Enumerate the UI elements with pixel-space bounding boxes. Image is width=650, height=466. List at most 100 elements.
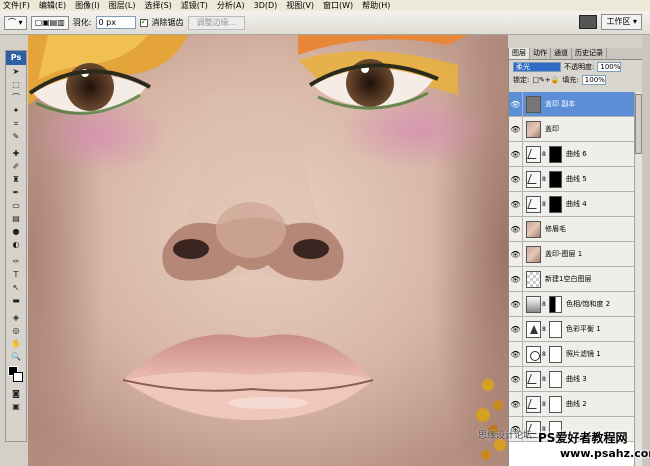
layer-name: 曲线 2 <box>566 400 587 408</box>
3d-tool-icon[interactable]: ◈ <box>6 311 26 324</box>
layer-mask-thumbnail[interactable] <box>549 395 562 413</box>
layer-mask-thumbnail[interactable] <box>549 170 562 188</box>
path-selection-tool-icon[interactable]: ↖ <box>6 281 26 294</box>
link-chain-icon[interactable]: 8 <box>542 376 547 383</box>
marquee-tool-icon[interactable]: ⬚ <box>6 78 26 91</box>
visibility-eye-icon[interactable]: 👁 <box>509 92 523 117</box>
layer-mask-thumbnail[interactable] <box>549 295 562 313</box>
blend-mode-select[interactable]: 柔光 <box>513 61 561 72</box>
panel-tab[interactable]: 图层 <box>509 48 530 59</box>
fill-input[interactable]: 100% <box>581 74 606 85</box>
eyedropper-tool-icon[interactable]: ✎ <box>6 130 26 143</box>
link-chain-icon[interactable]: 8 <box>542 326 547 333</box>
brush-tool-icon[interactable]: ✐ <box>6 160 26 173</box>
layer-row[interactable]: 👁 8 色彩平衡 1 <box>509 316 635 342</box>
layer-row[interactable]: 👁 8 照片滤镜 1 <box>509 341 635 367</box>
antialias-label: 消除锯齿 <box>151 18 184 27</box>
pen-tool-icon[interactable]: ✑ <box>6 255 26 268</box>
magic-wand-tool-icon[interactable]: ✦ <box>6 104 26 117</box>
lasso-tool-preset-icon[interactable]: ⌒ ▾ <box>4 15 27 30</box>
blur-tool-icon[interactable]: ● <box>6 225 26 238</box>
visibility-eye-icon[interactable]: 👁 <box>509 191 523 217</box>
link-chain-icon[interactable]: 8 <box>542 351 547 358</box>
menu-item[interactable]: 选择(S) <box>144 0 171 11</box>
layer-thumbnail <box>526 145 541 163</box>
menu-item[interactable]: 文件(F) <box>3 0 30 11</box>
link-chain-icon[interactable]: 8 <box>542 151 547 158</box>
menu-item[interactable]: 帮助(H) <box>362 0 390 11</box>
opacity-input[interactable]: 100% <box>597 61 622 72</box>
layer-row[interactable]: 👁 8 曲线 6 <box>509 141 635 167</box>
visibility-eye-icon[interactable]: 👁 <box>509 291 523 317</box>
visibility-eye-icon[interactable]: 👁 <box>509 141 523 167</box>
document-canvas[interactable] <box>28 35 508 466</box>
menu-item[interactable]: 视图(V) <box>286 0 314 11</box>
quick-mask-icon[interactable]: ◙ <box>6 387 26 400</box>
background-color-swatch[interactable] <box>13 372 23 382</box>
eraser-tool-icon[interactable]: ▭ <box>6 199 26 212</box>
menu-item[interactable]: 3D(D) <box>254 0 278 11</box>
menu-item[interactable]: 滤镜(T) <box>181 0 208 11</box>
layer-row[interactable]: 👁 新建1空白图层 <box>509 266 635 292</box>
layer-list-scrollbar[interactable] <box>634 92 642 466</box>
bridge-icon[interactable] <box>579 15 598 29</box>
layer-mask-thumbnail[interactable] <box>549 195 562 213</box>
layer-row[interactable]: 👁 8 曲线 5 <box>509 166 635 192</box>
visibility-eye-icon[interactable]: 👁 <box>509 216 523 242</box>
panel-tab[interactable]: 历史记录 <box>572 48 607 59</box>
link-chain-icon[interactable]: 8 <box>542 401 547 408</box>
layer-mask-thumbnail[interactable] <box>549 370 562 388</box>
selection-mode-buttons[interactable]: ▢▣▤▥ <box>30 15 69 30</box>
move-tool-icon[interactable]: ➤ <box>6 65 26 78</box>
layer-row[interactable]: 👁 盖印 <box>509 116 635 142</box>
panel-tab[interactable]: 动作 <box>530 48 551 59</box>
layer-row[interactable]: 👁 修眉毛 <box>509 216 635 242</box>
visibility-eye-icon[interactable]: 👁 <box>509 166 523 192</box>
visibility-eye-icon[interactable]: 👁 <box>509 366 523 392</box>
layer-mask-thumbnail[interactable] <box>549 320 562 338</box>
visibility-eye-icon[interactable]: 👁 <box>509 241 523 267</box>
layer-row[interactable]: 👁 8 曲线 4 <box>509 191 635 217</box>
feather-input[interactable]: 0 px <box>95 16 136 29</box>
workspace-button[interactable]: 工作区 ▾ <box>601 14 642 30</box>
refine-edge-button[interactable]: 调整边缘... <box>187 15 246 30</box>
layer-mask-thumbnail[interactable] <box>549 145 562 163</box>
menu-item[interactable]: 图像(I) <box>75 0 100 11</box>
visibility-eye-icon[interactable]: 👁 <box>509 341 523 367</box>
clone-stamp-tool-icon[interactable]: ♜ <box>6 173 26 186</box>
visibility-eye-icon[interactable]: 👁 <box>509 316 523 342</box>
visibility-eye-icon[interactable]: 👁 <box>509 266 523 292</box>
layer-row[interactable]: 👁 8 色相/饱和度 2 <box>509 291 635 317</box>
menu-item[interactable]: 分析(A) <box>217 0 245 11</box>
color-swatches[interactable] <box>6 363 26 387</box>
antialias-checkbox[interactable] <box>139 17 148 27</box>
3d-camera-tool-icon[interactable]: ◎ <box>6 324 26 337</box>
gradient-tool-icon[interactable]: ▤ <box>6 212 26 225</box>
link-chain-icon[interactable]: 8 <box>542 176 547 183</box>
menu-bar: 文件(F) 编辑(E) 图像(I) 图层(L) 选择(S) 滤镜(T) 分析(A) 3D(D)… <box>0 0 650 11</box>
link-chain-icon[interactable]: 8 <box>542 301 547 308</box>
layer-row[interactable]: 👁 8 曲线 3 <box>509 366 635 392</box>
crop-tool-icon[interactable]: ⌗ <box>6 117 26 130</box>
layer-mask-thumbnail[interactable] <box>549 345 562 363</box>
layer-row[interactable]: 👁 盖印 副本 <box>509 92 635 117</box>
history-brush-tool-icon[interactable]: ✒ <box>6 186 26 199</box>
hand-tool-icon[interactable]: ✋ <box>6 337 26 350</box>
screen-mode-icon[interactable]: ▣ <box>6 400 26 413</box>
menu-item[interactable]: 图层(L) <box>109 0 136 11</box>
shape-tool-icon[interactable]: ▬ <box>6 294 26 307</box>
menu-item[interactable]: 窗口(W) <box>323 0 353 11</box>
dodge-tool-icon[interactable]: ◐ <box>6 238 26 251</box>
lasso-tool-icon[interactable]: ⌒ <box>6 91 26 104</box>
healing-brush-tool-icon[interactable]: ✚ <box>6 147 26 160</box>
zoom-tool-icon[interactable]: 🔍 <box>6 350 26 363</box>
type-tool-icon[interactable]: T <box>6 268 26 281</box>
menu-item[interactable]: 编辑(E) <box>39 0 66 11</box>
link-chain-icon[interactable]: 8 <box>542 201 547 208</box>
layer-row[interactable]: 👁 8 曲线 2 <box>509 391 635 417</box>
visibility-eye-icon[interactable]: 👁 <box>509 391 523 417</box>
lock-icons[interactable]: □✎+🔒 <box>532 76 559 84</box>
visibility-eye-icon[interactable]: 👁 <box>509 116 523 142</box>
panel-tab[interactable]: 通道 <box>551 48 572 59</box>
layer-row[interactable]: 👁 盖印-图层 1 <box>509 241 635 267</box>
